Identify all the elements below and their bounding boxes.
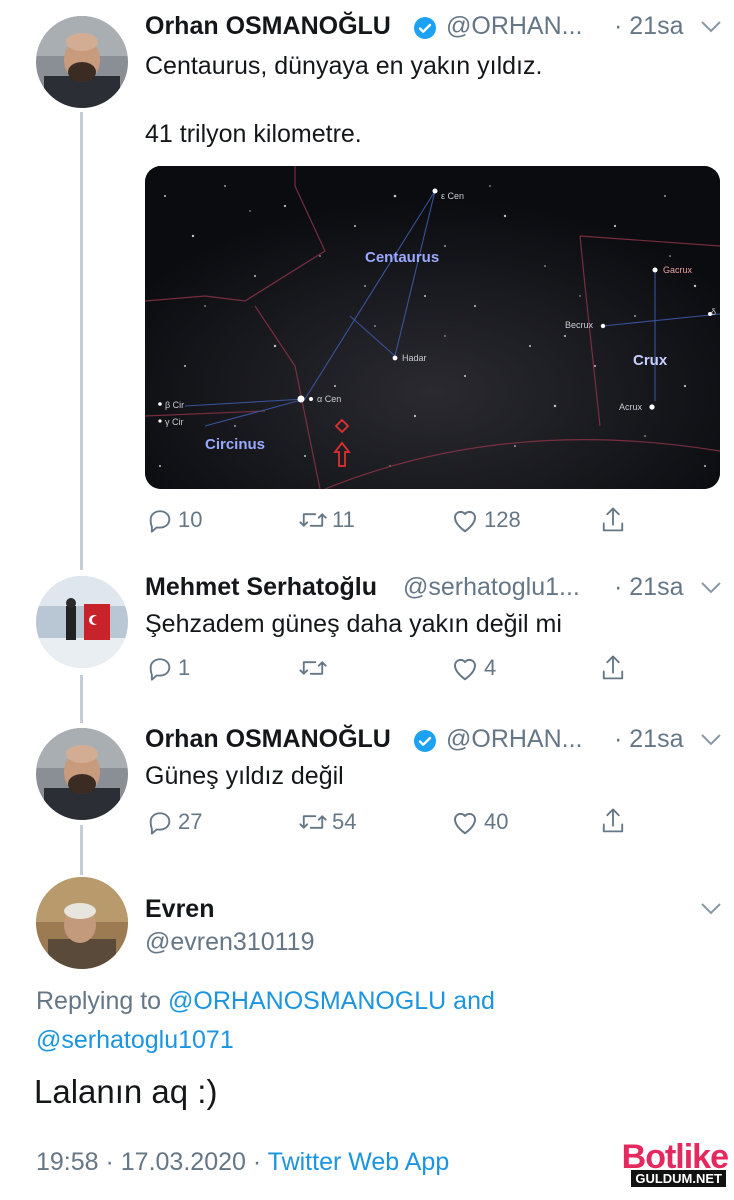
tweet-2-author-name[interactable]: Mehmet Serhatoğlu [145,573,377,602]
replying-to-line: Replying to @ORHANOSMANOGLU and [36,987,495,1016]
tweet-3-reply-count: 27 [178,809,203,834]
tweet-1-author-handle[interactable]: @ORHAN... [446,12,583,41]
thread-line-3 [80,825,83,875]
watermark-logo: Botlike GULDUM.NET [602,1138,730,1192]
replying-to-user-orhan[interactable]: @ORHANOSMANOGLU [168,987,446,1015]
retweet-icon [299,815,327,829]
tweet-3-retweet-count: 54 [332,809,357,834]
chevron-down-icon[interactable] [700,20,722,34]
star-map-label-beta-cir: β Cir [165,400,185,410]
tweet-3-share-button[interactable] [599,806,627,836]
tweet-1-reply-count: 10 [178,507,203,532]
thread-line-2 [80,675,83,723]
tweet-2-share-button[interactable] [599,653,627,683]
tweet-1-retweet-count: 11 [332,507,355,532]
star-map-label-centaurus: Centaurus [365,249,440,266]
tweet-3-like-count: 40 [484,809,509,834]
tweet-2-like-count: 4 [484,655,497,680]
tweet-2-retweet-button[interactable] [298,654,332,682]
star-map-label-hadar: Hadar [402,353,427,363]
tweet-1-retweet-button[interactable]: 11 [298,506,355,534]
star-map-label-epsilon-cen: ε Cen [441,191,465,201]
tweet-3-retweet-button[interactable]: 54 [298,808,356,836]
tweet-2-reply-button[interactable]: 1 [146,654,190,682]
tweet-3-text: Güneş yıldız değil [145,762,344,790]
main-tweet-author-name[interactable]: Evren [145,895,214,924]
reply-icon [149,658,171,681]
tweet-3-timestamp[interactable]: · 21sa [614,725,683,754]
avatar-orhan-2[interactable] [36,728,128,820]
tweet-2-author-handle[interactable]: @serhatoglu1... [403,573,580,602]
tweet-1-reply-button[interactable]: 10 [146,506,202,534]
replying-to-user-serhatoglu[interactable]: @serhatoglu1071 [36,1026,234,1055]
tweet-1-author-name[interactable]: Orhan OSMANOĞLU [145,12,391,41]
reply-icon [149,510,171,533]
tweet-1-timestamp[interactable]: · 21sa [614,12,683,41]
avatar-orhan-1[interactable] [36,16,128,108]
share-icon [602,507,624,532]
tweet-3-reply-button[interactable]: 27 [146,808,202,836]
tweet-1-like-button[interactable]: 128 [450,506,521,534]
heart-icon [454,812,476,835]
star-map-label-circinus: Circinus [205,436,266,453]
reply-icon [149,812,171,835]
star-map-label-becrux: Becrux [565,320,594,330]
main-tweet-author-handle[interactable]: @evren310119 [145,928,314,957]
tweet-1-star-map-image[interactable]: Centaurus Crux Circinus Hadar ε Cen α Ce… [145,166,720,489]
star-map-label-gamma-cir: γ Cir [165,417,184,427]
tweet-3-like-button[interactable]: 40 [450,808,508,836]
replying-to-prefix: Replying to [36,987,162,1015]
chevron-down-icon[interactable] [700,581,722,595]
share-icon [602,655,624,680]
tweet-1-text-line-2: 41 trilyon kilometre. [145,120,362,148]
chevron-down-icon[interactable] [700,733,722,747]
main-tweet-text: Lalanın aq :) [34,1073,218,1110]
heart-icon [454,658,476,681]
tweet-1-text-line-1: Centaurus, dünyaya en yakın yıldız. [145,52,543,80]
star-map-label-crux: Crux [633,352,668,369]
star-map-label-delta: δ [711,307,717,317]
avatar-evren[interactable] [36,877,128,969]
main-tweet-source[interactable]: Twitter Web App [268,1148,450,1176]
tweet-3-author-name[interactable]: Orhan OSMANOĞLU [145,725,391,754]
star-map-label-alpha-cen: α Cen [317,394,342,404]
tweet-1-like-count: 128 [484,507,521,532]
replying-to-and: and [453,987,495,1015]
star-map-label-gacrux: Gacrux [663,265,693,275]
verified-badge-icon [414,730,436,752]
retweet-icon [299,661,327,675]
tweet-1-share-button[interactable] [599,505,627,535]
avatar-mehmet[interactable] [36,576,128,668]
retweet-icon [299,513,327,527]
main-tweet-timestamp[interactable]: 19:58 · 17.03.2020 · [36,1148,268,1176]
share-icon [602,808,624,833]
main-tweet-meta: 19:58 · 17.03.2020 · Twitter Web App [36,1148,449,1177]
chevron-down-icon[interactable] [700,902,722,916]
tweet-3-author-handle[interactable]: @ORHAN... [446,725,583,754]
tweet-2-reply-count: 1 [178,655,191,680]
thread-line-1 [80,112,83,570]
tweet-2-like-button[interactable]: 4 [450,654,496,682]
tweet-2-text: Şehzadem güneş daha yakın değil mi [145,610,562,638]
tweet-2-timestamp[interactable]: · 21sa [614,573,683,602]
heart-icon [454,510,476,533]
verified-badge-icon [414,17,436,39]
star-map-label-acrux: Acrux [619,402,643,412]
watermark-site: GULDUM.NET [631,1170,726,1187]
